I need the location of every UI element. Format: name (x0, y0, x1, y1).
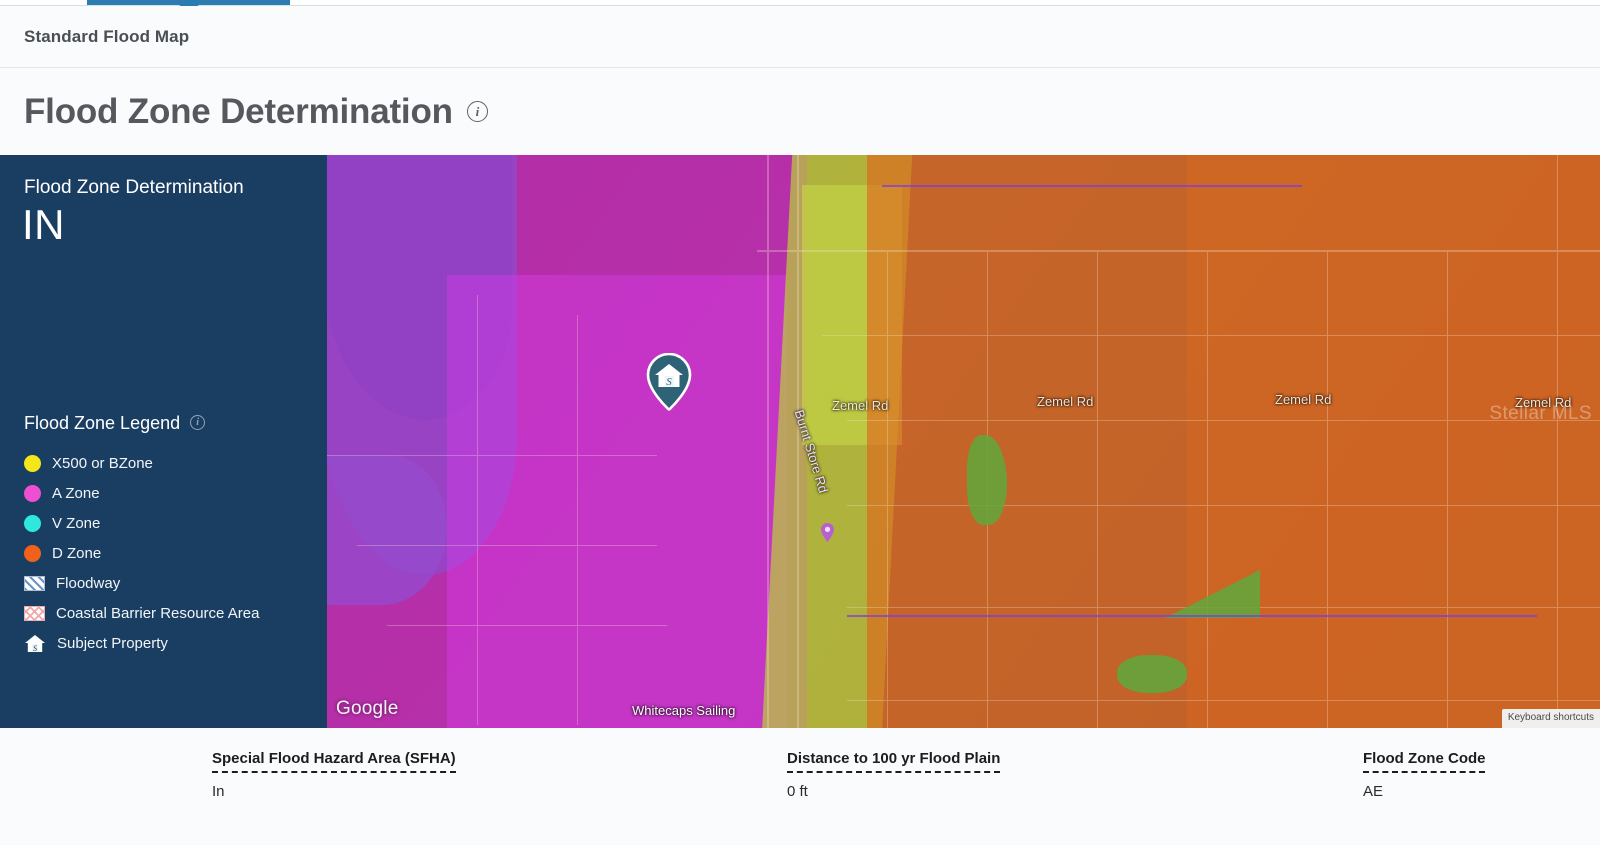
legend-item: D Zone (24, 538, 324, 568)
stat-distance-label: Distance to 100 yr Flood Plain (787, 750, 1000, 773)
mls-watermark: Stellar MLS (1489, 403, 1592, 425)
stat-sfha-value: In (212, 783, 456, 800)
info-icon[interactable]: i (467, 101, 488, 122)
flood-map-page: Standard Flood Map Flood Zone Determinat… (0, 0, 1600, 845)
map-boundary-line-2 (882, 185, 1302, 187)
legend-item-label: V Zone (52, 515, 100, 532)
legend-item: V Zone (24, 508, 324, 538)
svg-text:S: S (666, 376, 672, 388)
stat-sfha: Special Flood Hazard Area (SFHA) In (212, 750, 456, 800)
map-boundary-line-1 (847, 615, 1537, 617)
stat-sfha-label: Special Flood Hazard Area (SFHA) (212, 750, 456, 773)
flood-zone-legend: Flood Zone Legend i X500 or BZone A Zone V… (24, 413, 324, 658)
legend-item-label: Floodway (56, 575, 120, 592)
map-street-grid (327, 155, 1600, 728)
legend-item-label: D Zone (52, 545, 101, 562)
page-title: Flood Zone Determination (24, 92, 453, 131)
map-stage: Flood Zone Determination IN Flood Zone L… (0, 155, 1600, 728)
legend-color-dot (24, 515, 41, 532)
stat-distance-value: 0 ft (787, 783, 1000, 800)
legend-item: Floodway (24, 568, 324, 598)
legend-color-dot (24, 485, 41, 502)
svg-text:S: S (33, 644, 37, 653)
page-header: Flood Zone Determination i (0, 68, 1600, 155)
sidebar-panel-value: IN (22, 201, 65, 249)
flood-zone-sidebar: Flood Zone Determination IN Flood Zone L… (0, 155, 327, 728)
legend-item: A Zone (24, 478, 324, 508)
legend-item-label: X500 or BZone (52, 455, 153, 472)
legend-item-label: Coastal Barrier Resource Area (56, 605, 259, 622)
sidebar-panel-title: Flood Zone Determination (24, 177, 244, 199)
stat-distance-to-flood-plain: Distance to 100 yr Flood Plain 0 ft (787, 750, 1000, 800)
flood-stats-footer: Special Flood Hazard Area (SFHA) In Dist… (0, 728, 1600, 845)
map-green-area-3 (1117, 655, 1187, 693)
legend-item-label: Subject Property (57, 635, 168, 652)
page-title-row: Flood Zone Determination i (24, 92, 488, 132)
map-canvas[interactable]: S Zemel RdZemel RdZemel RdZemel RdBurnt … (327, 155, 1600, 728)
stat-zone-code-label: Flood Zone Code (1363, 750, 1485, 773)
keyboard-shortcuts-badge[interactable]: Keyboard shortcuts (1502, 709, 1600, 728)
legend-item: X500 or BZone (24, 448, 324, 478)
legend-color-dot (24, 455, 41, 472)
breadcrumb-bar: Standard Flood Map (0, 6, 1600, 68)
legend-item: S Subject Property (24, 628, 324, 658)
legend-pattern-swatch (24, 606, 45, 621)
legend-color-dot (24, 545, 41, 562)
legend-row-list: X500 or BZone A Zone V Zone D Zone Floodway C… (24, 448, 324, 658)
stat-flood-zone-code: Flood Zone Code AE (1363, 750, 1485, 800)
stat-zone-code-value: AE (1363, 783, 1485, 800)
breadcrumb-label: Standard Flood Map (24, 27, 189, 47)
legend-item-label: A Zone (52, 485, 100, 502)
poi-pin-whitecaps-sailing[interactable] (820, 523, 835, 542)
legend-header: Flood Zone Legend i (24, 413, 324, 434)
legend-title: Flood Zone Legend (24, 413, 180, 434)
legend-info-icon[interactable]: i (190, 415, 205, 430)
legend-item: Coastal Barrier Resource Area (24, 598, 324, 628)
google-attribution-logo: Google (336, 698, 398, 720)
legend-pattern-swatch (24, 576, 45, 591)
house-icon: S (24, 634, 46, 653)
subject-property-marker[interactable]: S (645, 353, 693, 411)
